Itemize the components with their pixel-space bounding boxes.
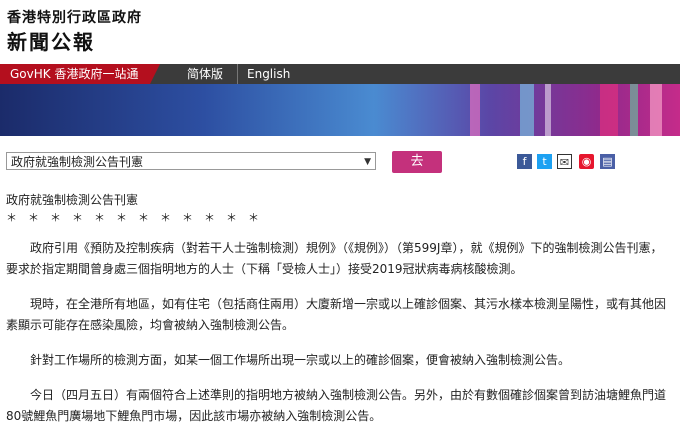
article-select-value: 政府就強制檢測公告刊憲 (11, 155, 144, 169)
paragraph-2: 現時，在全港所有地區，如有住宅（包括商住兩用）大廈新增一宗或以上確診個案、其污水… (6, 297, 667, 332)
banner-stripe (470, 84, 480, 136)
banner-stripe (600, 84, 618, 136)
banner-stripe (630, 84, 638, 136)
press-release-title: 新聞公報 (7, 30, 95, 54)
weibo-icon[interactable]: ◉ (579, 154, 594, 169)
banner-stripe (650, 84, 662, 136)
simplified-chinese-link[interactable]: 简体版 (187, 64, 223, 84)
article-select[interactable]: 政府就強制檢測公告刊憲 ▼ (6, 152, 376, 170)
top-navigation: GovHK 香港政府一站通 简体版 English (0, 64, 680, 84)
print-icon[interactable]: ▤ (600, 154, 615, 169)
title-divider-stars: ＊ ＊ ＊ ＊ ＊ ＊ ＊ ＊ ＊ ＊ ＊ ＊ (6, 211, 259, 224)
site-header: 香港特別行政區政府 新聞公報 (0, 0, 680, 64)
article-selector-row: 政府就強制檢測公告刊憲 ▼ 去 f t ✉ ◉ ▤ (0, 146, 680, 176)
lang-divider (237, 64, 238, 84)
email-icon[interactable]: ✉ (557, 154, 572, 169)
government-name: 香港特別行政區政府 (7, 10, 142, 26)
facebook-icon[interactable]: f (517, 154, 532, 169)
paragraph-4: 今日（四月五日）有兩個符合上述準則的指明地方被納入強制檢測公告。另外，由於有數個… (6, 388, 667, 423)
banner-stripe (545, 84, 551, 136)
english-link[interactable]: English (247, 64, 290, 84)
govhk-link[interactable]: GovHK 香港政府一站通 (0, 64, 160, 84)
paragraph-1: 政府引用《預防及控制疾病（對若干人士強制檢測）規例》（《規例》）（第599J章）… (6, 241, 663, 276)
twitter-icon[interactable]: t (537, 154, 552, 169)
paragraph-3: 針對工作場所的檢測方面，如某一個工作場所出現一宗或以上的確診個案，便會被納入強制… (6, 353, 571, 367)
go-button[interactable]: 去 (392, 151, 442, 173)
chevron-down-icon: ▼ (364, 157, 371, 167)
banner-stripe (520, 84, 534, 136)
header-banner (0, 84, 680, 136)
